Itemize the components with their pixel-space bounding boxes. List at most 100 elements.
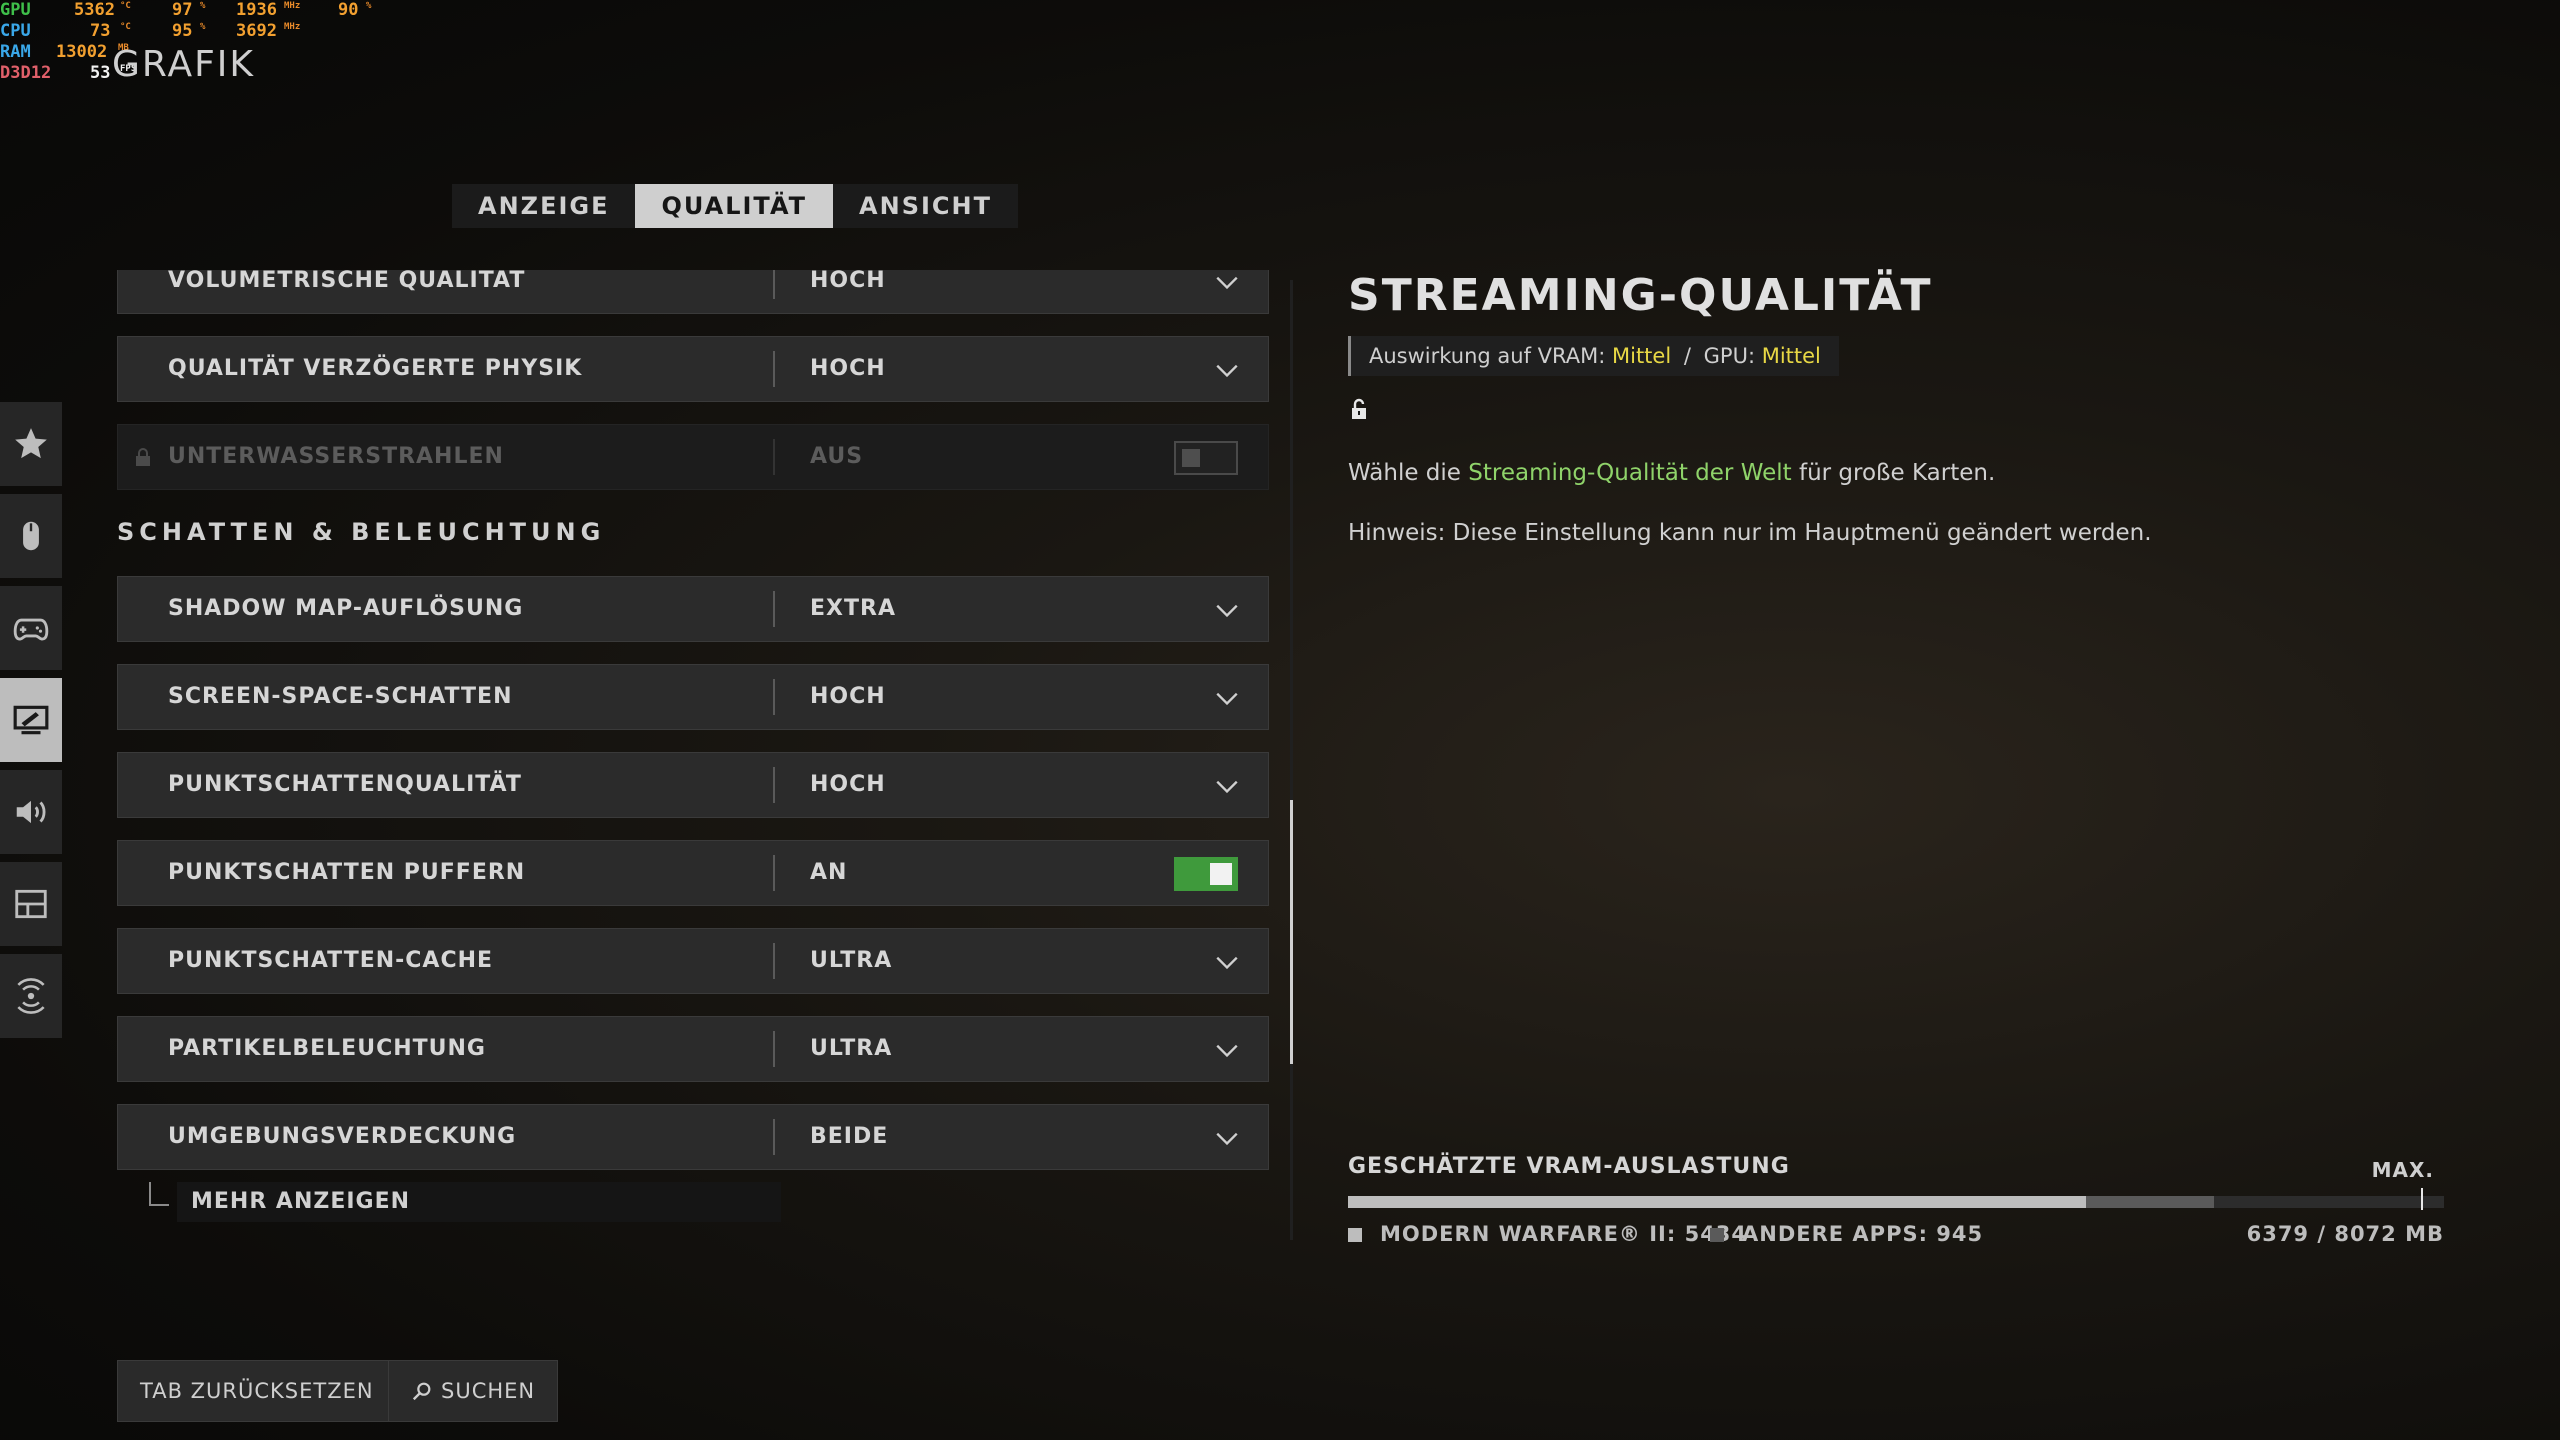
toggle-switch-on[interactable] bbox=[1174, 857, 1238, 891]
toggle-knob bbox=[1182, 449, 1200, 467]
detail-title: STREAMING-QUALITÄT bbox=[1348, 270, 1933, 321]
divider bbox=[773, 1119, 775, 1155]
divider bbox=[773, 943, 775, 979]
chevron-down-icon bbox=[1216, 956, 1238, 970]
setting-value: HOCH bbox=[810, 772, 886, 797]
vram-max-label: MAX. bbox=[2371, 1158, 2434, 1182]
setting-spot-shadow-quality[interactable]: PUNKTSCHATTENQUALITÄT HOCH bbox=[117, 752, 1269, 818]
overlay-unit: °C bbox=[120, 1, 131, 11]
show-more-button[interactable]: MEHR ANZEIGEN bbox=[177, 1182, 781, 1222]
legend-label: MODERN WARFARE® II: 5434 bbox=[1380, 1222, 1748, 1246]
scrollbar-thumb[interactable] bbox=[1290, 800, 1293, 1064]
overlay-value: 90 bbox=[338, 0, 359, 20]
search-label: SUCHEN bbox=[441, 1379, 536, 1403]
tab-anzeige[interactable]: ANZEIGE bbox=[452, 184, 635, 228]
toggle-knob bbox=[1210, 863, 1232, 885]
overlay-label: D3D12 bbox=[0, 63, 52, 83]
overlay-unit: °C bbox=[120, 22, 131, 32]
lock-icon bbox=[136, 448, 150, 466]
divider bbox=[773, 351, 775, 387]
setting-label: QUALITÄT VERZÖGERTE PHYSIK bbox=[168, 356, 583, 381]
divider bbox=[773, 439, 775, 475]
overlay-label: RAM bbox=[0, 42, 31, 62]
vram-usage-bar bbox=[1348, 1188, 2444, 1210]
sidebar-item-network[interactable] bbox=[0, 954, 62, 1038]
vram-bar-game-segment bbox=[1348, 1196, 2086, 1208]
overlay-value: 73 bbox=[90, 21, 111, 41]
display-icon bbox=[13, 705, 49, 735]
search-button[interactable]: SUCHEN bbox=[388, 1360, 559, 1422]
legend-label: ANDERE APPS: 945 bbox=[1742, 1222, 1984, 1246]
setting-ambient-occlusion[interactable]: UMGEBUNGSVERDECKUNG BEIDE bbox=[117, 1104, 1269, 1170]
unlock-icon bbox=[1352, 398, 1366, 419]
overlay-unit: % bbox=[366, 1, 372, 11]
sidebar-item-controller[interactable] bbox=[0, 586, 62, 670]
settings-sidebar bbox=[0, 402, 62, 1046]
description-suffix: für große Karten. bbox=[1798, 460, 1996, 486]
divider bbox=[773, 855, 775, 891]
setting-screen-space-shadows[interactable]: SCREEN-SPACE-SCHATTEN HOCH bbox=[117, 664, 1269, 730]
sidebar-item-interface[interactable] bbox=[0, 862, 62, 946]
chevron-down-icon bbox=[1216, 604, 1238, 618]
divider bbox=[773, 1031, 775, 1067]
chevron-down-icon bbox=[1216, 276, 1238, 290]
tab-ansicht[interactable]: ANSICHT bbox=[833, 184, 1018, 228]
gamepad-icon bbox=[13, 618, 49, 641]
search-icon bbox=[412, 1382, 431, 1401]
setting-value: ULTRA bbox=[810, 1036, 893, 1061]
description-highlight: Streaming-Qualität der Welt bbox=[1468, 460, 1792, 486]
chevron-down-icon bbox=[1216, 1044, 1238, 1058]
sidebar-item-mouse-keyboard[interactable] bbox=[0, 494, 62, 578]
tab-qualitaet[interactable]: QUALITÄT bbox=[635, 184, 834, 228]
overlay-value: 3692 bbox=[236, 21, 277, 41]
setting-delayed-physics[interactable]: QUALITÄT VERZÖGERTE PHYSIK HOCH bbox=[117, 336, 1269, 402]
legend-item-game: MODERN WARFARE® II: 5434 bbox=[1348, 1222, 1747, 1246]
impact-vram-value: Mittel bbox=[1612, 344, 1672, 368]
vram-title: GESCHÄTZTE VRAM-AUSLASTUNG bbox=[1348, 1154, 1790, 1179]
network-icon bbox=[17, 978, 45, 1014]
overlay-unit: MHz bbox=[284, 1, 301, 11]
setting-spot-shadow-buffer[interactable]: PUNKTSCHATTEN PUFFERN AN bbox=[117, 840, 1269, 906]
impact-separator: / bbox=[1683, 344, 1691, 368]
setting-value: HOCH bbox=[810, 356, 886, 381]
legend-swatch bbox=[1348, 1228, 1362, 1242]
setting-shadow-map-resolution[interactable]: SHADOW MAP-AUFLÖSUNG EXTRA bbox=[117, 576, 1269, 642]
overlay-unit: MHz bbox=[284, 22, 301, 32]
overlay-value: 13002 bbox=[56, 42, 108, 62]
interface-icon bbox=[15, 889, 47, 919]
setting-particle-lighting[interactable]: PARTIKELBELEUCHTUNG ULTRA bbox=[117, 1016, 1269, 1082]
settings-scrollbar[interactable] bbox=[1290, 280, 1293, 1240]
divider bbox=[773, 767, 775, 803]
section-heading-shadows-lighting: SCHATTEN & BELEUCHTUNG bbox=[117, 518, 606, 546]
setting-value: AN bbox=[810, 860, 848, 885]
sidebar-item-audio[interactable] bbox=[0, 770, 62, 854]
sidebar-item-favorites[interactable] bbox=[0, 402, 62, 486]
setting-volumetric-quality[interactable]: VOLUMETRISCHE QUALITÄT HOCH bbox=[117, 270, 1269, 314]
overlay-value: 1936 bbox=[236, 0, 277, 20]
setting-label: SHADOW MAP-AUFLÖSUNG bbox=[168, 596, 524, 621]
detail-panel: STREAMING-QUALITÄT Auswirkung auf VRAM: … bbox=[1348, 268, 2448, 546]
setting-underwater-rays: UNTERWASSERSTRAHLEN AUS bbox=[117, 424, 1269, 490]
chevron-down-icon bbox=[1216, 692, 1238, 706]
overlay-value: 53 bbox=[90, 63, 111, 83]
chevron-down-icon bbox=[1216, 1132, 1238, 1146]
overlay-value: 95 bbox=[172, 21, 193, 41]
show-more-row: MEHR ANZEIGEN bbox=[149, 1182, 889, 1222]
vram-total: 6379 / 8072 MB bbox=[2246, 1222, 2444, 1246]
setting-value: HOCH bbox=[810, 684, 886, 709]
setting-spot-shadow-cache[interactable]: PUNKTSCHATTEN-CACHE ULTRA bbox=[117, 928, 1269, 994]
vram-bar-other-segment bbox=[2085, 1196, 2215, 1208]
performance-impact-badge: Auswirkung auf VRAM: Mittel / GPU: Mitte… bbox=[1348, 336, 1839, 376]
impact-gpu-label: GPU: bbox=[1703, 344, 1756, 368]
setting-label: UMGEBUNGSVERDECKUNG bbox=[168, 1124, 517, 1149]
setting-label: PUNKTSCHATTENQUALITÄT bbox=[168, 772, 522, 797]
setting-label: PUNKTSCHATTEN PUFFERN bbox=[168, 860, 526, 885]
setting-label: VOLUMETRISCHE QUALITÄT bbox=[168, 270, 526, 293]
setting-value: AUS bbox=[810, 444, 864, 469]
legend-swatch bbox=[1710, 1228, 1724, 1242]
reset-tab-button[interactable]: TAB ZURÜCKSETZEN bbox=[117, 1360, 397, 1422]
setting-label: UNTERWASSERSTRAHLEN bbox=[168, 444, 504, 469]
divider bbox=[773, 591, 775, 627]
setting-value: HOCH bbox=[810, 270, 886, 293]
sidebar-item-graphics[interactable] bbox=[0, 678, 62, 762]
